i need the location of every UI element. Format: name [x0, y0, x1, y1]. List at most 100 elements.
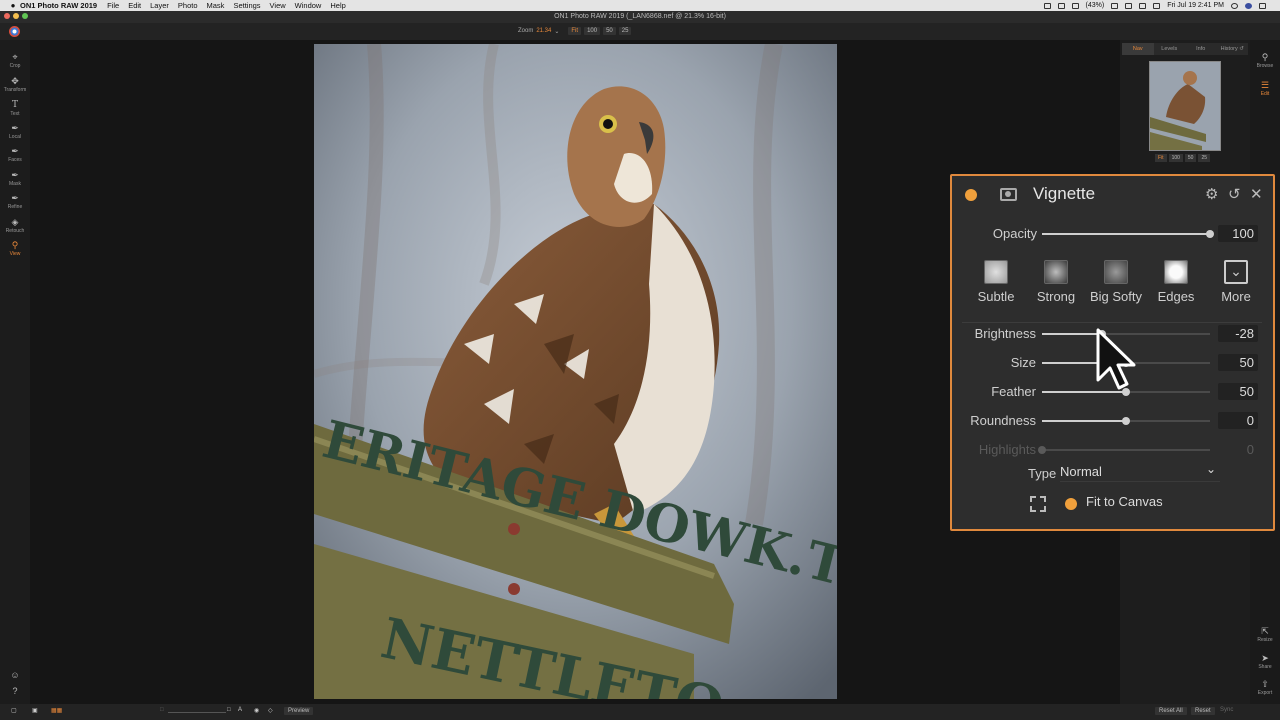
highlights-slider[interactable]: Highlights 0: [952, 440, 1273, 460]
on1-logo[interactable]: [9, 26, 20, 37]
opacity-slider[interactable]: Opacity 100: [952, 224, 1273, 244]
opacity-value[interactable]: 100: [1218, 225, 1258, 242]
fit-canvas-icon[interactable]: [1030, 496, 1046, 512]
compare-icon[interactable]: ▣: [32, 707, 38, 714]
slider-value[interactable]: 0: [1218, 441, 1258, 458]
type-dropdown[interactable]: Normal ⌄: [1060, 462, 1220, 482]
filmstrip-icon[interactable]: ▦▦: [51, 707, 62, 714]
menu-window[interactable]: Window: [295, 1, 322, 10]
nav-zoom-25[interactable]: 25: [1198, 154, 1211, 162]
tool-text[interactable]: T Text: [0, 100, 30, 117]
slider-knob[interactable]: [1206, 230, 1214, 238]
module-browse[interactable]: ⚲ Browse: [1250, 52, 1280, 69]
cloud-icon[interactable]: [1125, 2, 1133, 9]
display-icon[interactable]: [1057, 2, 1065, 9]
zoom-fit-button[interactable]: Fit: [568, 27, 582, 35]
app-name-menu[interactable]: ON1 Photo RAW 2019: [20, 1, 97, 10]
slider-value[interactable]: 0: [1218, 412, 1258, 429]
slider-value[interactable]: -28: [1218, 325, 1258, 342]
tool-refine[interactable]: ✒ Refine: [0, 193, 30, 210]
preset-subtle[interactable]: Subtle: [966, 260, 1026, 312]
module-export[interactable]: ⇧ Export: [1250, 679, 1280, 696]
slider-knob[interactable]: [1038, 446, 1046, 454]
menu-settings[interactable]: Settings: [233, 1, 260, 10]
tab-levels[interactable]: Levels: [1154, 43, 1186, 55]
slider-knob[interactable]: [1122, 417, 1130, 425]
zoom-in-icon[interactable]: □: [227, 707, 231, 713]
tool-local[interactable]: ✒ Local: [0, 123, 30, 140]
slider-track[interactable]: [1042, 230, 1214, 238]
roundness-slider[interactable]: Roundness 0: [952, 411, 1273, 431]
user-avatar-icon[interactable]: [1245, 2, 1252, 9]
clock[interactable]: Fri Jul 19 2:41 PM: [1167, 2, 1224, 9]
zoom-window-button[interactable]: [22, 13, 28, 19]
hawk-photo[interactable]: ERITAGE DOWK.TR. NETTLETO: [314, 44, 837, 699]
battery-icon[interactable]: [1071, 2, 1079, 9]
sync-button[interactable]: Sync: [1220, 707, 1233, 713]
help-button[interactable]: ?: [0, 686, 30, 697]
tool-retouch[interactable]: ◈ Retouch: [0, 217, 30, 234]
tab-info[interactable]: Info: [1185, 43, 1217, 55]
dropbox-icon[interactable]: [1111, 2, 1119, 9]
panel-toggle-icon[interactable]: ▢: [11, 707, 17, 714]
menu-layer[interactable]: Layer: [150, 1, 169, 10]
zoom-100-button[interactable]: 100: [584, 27, 601, 35]
nav-zoom-50[interactable]: 50: [1184, 154, 1197, 162]
slider-value[interactable]: 50: [1218, 354, 1258, 371]
slider-track[interactable]: [1038, 446, 1210, 454]
preset-more[interactable]: ⌄ More: [1206, 260, 1266, 312]
menu-edit[interactable]: Edit: [128, 1, 141, 10]
tool-faces[interactable]: ✒ Faces: [0, 146, 30, 163]
filter-enable-toggle[interactable]: [965, 189, 977, 201]
preset-strong[interactable]: Strong: [1026, 260, 1086, 312]
gear-icon[interactable]: ⚙: [1205, 185, 1218, 203]
preview-button[interactable]: Preview: [284, 707, 314, 715]
tool-crop[interactable]: ⌖ Crop: [0, 52, 30, 69]
tool-view[interactable]: ⚲ View: [0, 240, 30, 257]
text-overlay-icon[interactable]: A: [238, 707, 242, 713]
preset-edges[interactable]: Edges: [1146, 260, 1206, 312]
mask-view-icon[interactable]: ◉: [254, 707, 259, 714]
module-share[interactable]: ➤ Share: [1250, 653, 1280, 670]
minimize-window-button[interactable]: [13, 13, 19, 19]
zoom-25-button[interactable]: 25: [618, 27, 632, 35]
chevron-down-icon[interactable]: ⌄: [554, 28, 559, 35]
menu-view[interactable]: View: [270, 1, 286, 10]
loupe-icon[interactable]: ◇: [268, 707, 273, 714]
nav-zoom-fit[interactable]: Fit: [1155, 154, 1167, 162]
zoom-slider[interactable]: [168, 712, 226, 713]
tab-history[interactable]: History ↺: [1217, 43, 1249, 55]
tab-nav[interactable]: Nav: [1122, 43, 1154, 55]
volume-icon[interactable]: [1139, 2, 1147, 9]
tool-transform[interactable]: ✥ Transform: [0, 76, 30, 93]
tool-mask[interactable]: ✒ Mask: [0, 170, 30, 187]
apple-icon[interactable]: ●: [6, 1, 20, 10]
mask-icon[interactable]: [1000, 188, 1017, 201]
preset-big-softy[interactable]: Big Softy: [1086, 260, 1146, 312]
slider-track[interactable]: [1042, 417, 1210, 425]
reset-button[interactable]: Reset: [1191, 707, 1215, 715]
menu-photo[interactable]: Photo: [178, 1, 198, 10]
slider-value[interactable]: 50: [1218, 383, 1258, 400]
notification-center-icon[interactable]: [1259, 2, 1266, 9]
wifi-icon[interactable]: [1153, 2, 1161, 9]
module-resize[interactable]: ⇱ Resize: [1250, 626, 1280, 643]
menu-mask[interactable]: Mask: [207, 1, 225, 10]
menu-file[interactable]: File: [107, 1, 119, 10]
zoom-value[interactable]: 21.34: [536, 28, 551, 34]
camera-icon[interactable]: [1043, 2, 1051, 9]
search-icon[interactable]: [1231, 2, 1238, 9]
zoom-50-button[interactable]: 50: [603, 27, 616, 35]
navigator-thumbnail[interactable]: [1149, 61, 1221, 151]
close-window-button[interactable]: [4, 13, 10, 19]
faces-icon: ✒: [11, 146, 19, 156]
fit-to-canvas-toggle[interactable]: [1065, 498, 1077, 510]
module-edit[interactable]: ☰ Edit: [1250, 80, 1280, 97]
nav-zoom-100[interactable]: 100: [1168, 154, 1183, 162]
menu-help[interactable]: Help: [330, 1, 345, 10]
zoom-out-icon[interactable]: □: [160, 707, 164, 713]
account-button[interactable]: ☺: [0, 670, 30, 681]
reset-icon[interactable]: ↺: [1228, 185, 1241, 203]
close-icon[interactable]: ✕: [1250, 185, 1263, 203]
reset-all-button[interactable]: Reset All: [1155, 707, 1187, 715]
